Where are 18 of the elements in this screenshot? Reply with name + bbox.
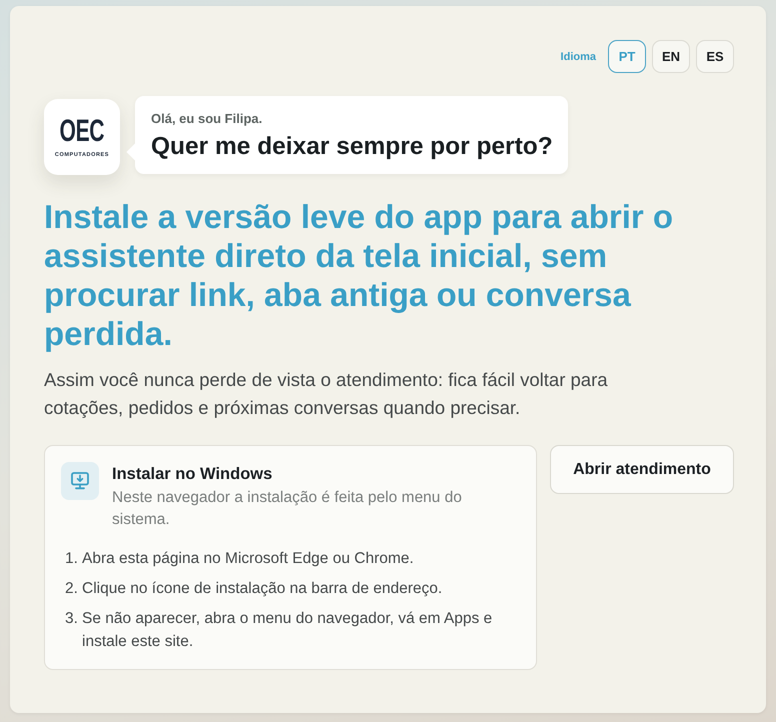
step-text: Clique no ícone de instalação na barra de endereço. (82, 579, 442, 599)
language-label: Idioma (560, 50, 596, 62)
step-text: Se não aparecer, abra o menu do navegador, vá em Apps e instale este site. (82, 609, 494, 652)
language-button[interactable]: ES (696, 40, 734, 73)
install-title: Instalar no Windows (112, 465, 274, 484)
step-number: 1. (65, 549, 79, 569)
logo-name: OEC (60, 116, 104, 146)
step-number: 3. (65, 609, 79, 629)
monitor-download-icon (61, 462, 99, 500)
install-subtitle: Neste navegador a instalação é feita pelo menu do sistema. (112, 488, 463, 530)
step-number: 2. (65, 579, 79, 599)
greeting-question: Quer me deixar sempre por perto? (151, 133, 553, 161)
greeting-text: Olá, eu sou Filipa. (151, 111, 264, 126)
language-button[interactable]: EN (652, 40, 690, 73)
open-support-button[interactable]: Abrir atendimento (550, 445, 734, 494)
description: Assim você nunca perde de vista o atendimento: fica fácil voltar para cotações, pedidos e próximas conversas quando precisar. (44, 368, 609, 420)
step-text: Abra esta página no Microsoft Edge ou Chrome. (82, 549, 414, 569)
headline: Instale a versão leve do app para abrir o assistente direto da tela inicial, sem procurar link, aba antiga ou conversa perdida. (44, 197, 674, 353)
